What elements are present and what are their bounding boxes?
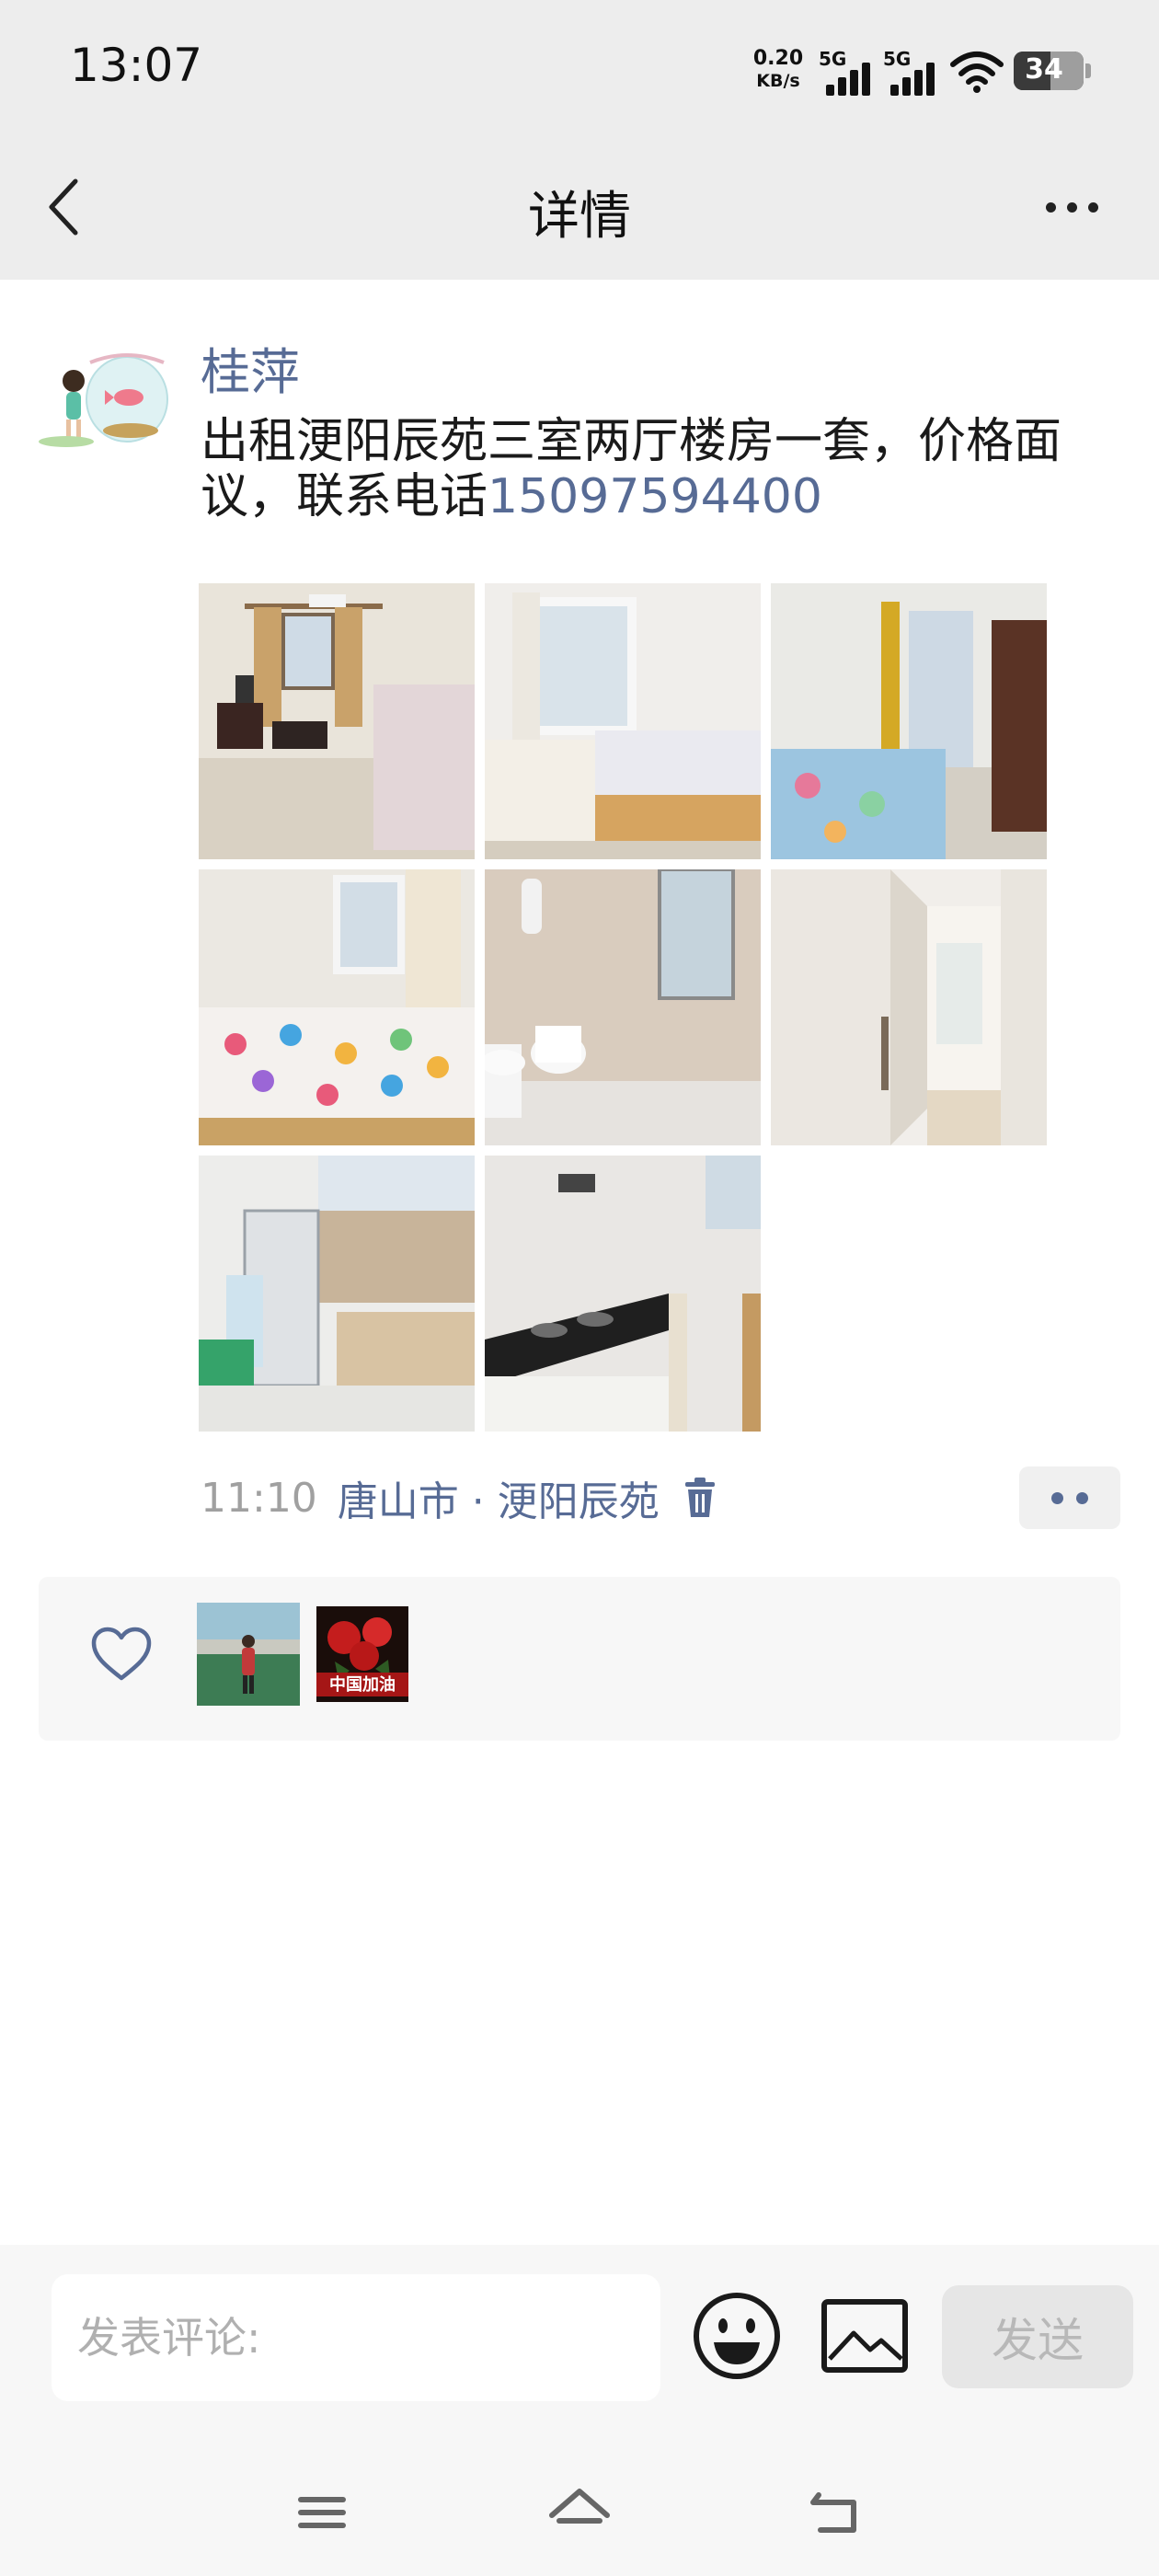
fridge-room-photo-icon — [199, 1156, 475, 1432]
bedroom-photo-icon — [485, 583, 761, 859]
status-time: 13:07 — [70, 39, 203, 92]
like-avatar-person[interactable] — [197, 1603, 300, 1706]
moments-detail-page: 13:07 0.20 KB/s 5G 5G 34 详情 桂萍 出租浭阳辰苑三室两… — [0, 0, 1159, 2576]
top-area: 13:07 0.20 KB/s 5G 5G 34 详情 — [0, 0, 1159, 280]
bedroom-star-quilt-photo-icon — [199, 869, 475, 1145]
back-nav-icon[interactable] — [800, 2480, 874, 2545]
hallway-photo-icon — [771, 869, 1047, 1145]
kitchen-photo-icon — [485, 1156, 761, 1432]
network-speed-unit: KB/s — [756, 71, 800, 91]
system-navigation-bar — [0, 2462, 1159, 2576]
trash-icon[interactable] — [682, 1477, 718, 1519]
user-avatar[interactable] — [39, 340, 173, 456]
more-dot-icon — [1045, 201, 1056, 213]
network-speed-value: 0.20 — [752, 47, 804, 70]
nav-bar: 详情 — [0, 138, 1159, 280]
heart-icon — [91, 1627, 152, 1681]
wifi-icon — [950, 52, 1004, 93]
phone-link[interactable]: 15097594400 — [488, 469, 822, 524]
person-avatar-icon — [197, 1603, 300, 1706]
battery-level: 34 — [1025, 53, 1063, 86]
send-button[interactable]: 发送 — [942, 2285, 1133, 2388]
signal-5g-icon: 5G — [819, 48, 874, 96]
goldfish-bowl-avatar-icon — [39, 340, 173, 456]
bedroom-balcony-photo-icon — [771, 583, 1047, 859]
signal-1-label: 5G — [819, 48, 847, 70]
post-location[interactable]: 唐山市 · 浭阳辰苑 — [338, 1468, 660, 1527]
photo-grid — [199, 583, 1049, 1432]
like-comment-menu-button[interactable] — [1019, 1466, 1120, 1529]
comment-bar: 发送 — [0, 2245, 1159, 2576]
home-icon[interactable] — [543, 2480, 616, 2545]
like-avatar-roses[interactable]: 中国加油 — [316, 1606, 408, 1702]
photo-bedroom-star-quilt[interactable] — [199, 869, 475, 1145]
more-dot-icon — [1066, 201, 1077, 213]
more-dot-icon — [1087, 201, 1098, 213]
more-options-button[interactable] — [1030, 175, 1113, 239]
post-time: 11:10 — [201, 1474, 317, 1522]
dot-icon — [1076, 1491, 1088, 1504]
photo-living-room[interactable] — [199, 583, 475, 859]
roses-badge-text: 中国加油 — [329, 1674, 396, 1695]
photo-bedroom[interactable] — [485, 583, 761, 859]
photo-bathroom[interactable] — [485, 869, 761, 1145]
post-username[interactable]: 桂萍 — [201, 331, 300, 404]
living-room-photo-icon — [199, 583, 475, 859]
dot-icon — [1051, 1491, 1063, 1504]
post-text: 出租浭阳辰苑三室两厅楼房一套，价格面议，联系电话15097594400 — [201, 414, 1093, 524]
menu-icon[interactable] — [285, 2480, 359, 2545]
photo-hallway[interactable] — [771, 869, 1047, 1145]
photo-fridge-room[interactable] — [199, 1156, 475, 1432]
comment-input[interactable] — [52, 2274, 660, 2401]
signal-5g-icon-2: 5G — [883, 48, 938, 96]
signal-2-label: 5G — [883, 48, 912, 70]
roses-avatar-icon: 中国加油 — [316, 1606, 408, 1702]
image-icon[interactable] — [820, 2298, 909, 2374]
photo-kitchen[interactable] — [485, 1156, 761, 1432]
photo-bedroom-balcony[interactable] — [771, 583, 1047, 859]
status-bar: 13:07 0.20 KB/s 5G 5G 34 — [0, 0, 1159, 138]
bathroom-photo-icon — [485, 869, 761, 1145]
emoji-icon[interactable] — [692, 2291, 782, 2381]
battery-icon: 34 — [1014, 52, 1091, 90]
post-meta-row: 11:10 唐山市 · 浭阳辰苑 — [201, 1470, 718, 1525]
likes-section: 中国加油 — [39, 1577, 1120, 1741]
page-title: 详情 — [528, 187, 631, 247]
network-speed: 0.20 KB/s — [749, 48, 808, 92]
